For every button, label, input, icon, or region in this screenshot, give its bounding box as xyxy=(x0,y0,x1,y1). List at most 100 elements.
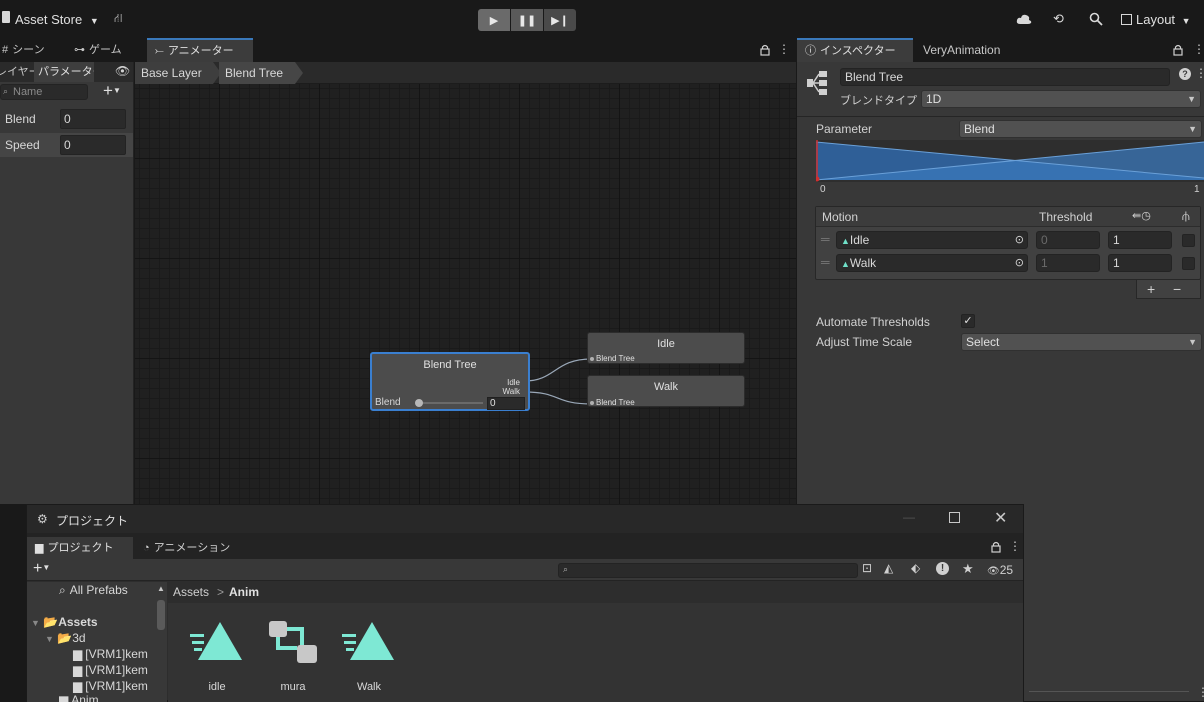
automate-thresholds-checkbox[interactable]: ✓ xyxy=(961,314,975,328)
step-button[interactable]: ▶❙ xyxy=(544,9,576,31)
tree-item-3d[interactable]: ▼ 📂3d xyxy=(45,631,86,645)
asset-idle[interactable]: idle xyxy=(182,612,252,702)
breadcrumb-base-layer[interactable]: Base Layer xyxy=(135,62,221,84)
drag-handle-icon[interactable]: ═ xyxy=(821,255,830,269)
tab-inspector[interactable]: ⓘ インスペクター xyxy=(797,38,913,62)
path-separator: > xyxy=(217,585,225,599)
tree-item-vrm1[interactable]: ▆ [VRM1]kem xyxy=(73,679,148,693)
scroll-up-arrow[interactable]: ▲ xyxy=(157,584,165,593)
object-picker-icon[interactable]: ⊙ xyxy=(1015,232,1024,248)
adjust-time-scale-dropdown[interactable]: Select ▼ xyxy=(961,333,1202,351)
kebab-menu-icon[interactable]: ⋮ xyxy=(1009,539,1021,553)
project-search-input[interactable]: ⌕ xyxy=(558,563,858,578)
maximize-button[interactable] xyxy=(949,512,960,523)
tab-animator[interactable]: ⤚ アニメーター xyxy=(147,38,253,62)
tree-item-assets[interactable]: ▼ 📂Assets xyxy=(31,615,98,629)
layout-button[interactable]: Layout ▼ xyxy=(1121,12,1191,27)
eye-icon[interactable]: 👁 xyxy=(115,64,130,78)
asset-label: mura xyxy=(280,681,306,693)
motion-field[interactable]: ▲Walk ⊙ xyxy=(836,254,1028,272)
tree-item-vrm1[interactable]: ▆ [VRM1]kem xyxy=(73,663,148,677)
object-picker-icon[interactable]: ⊙ xyxy=(1015,255,1024,271)
hidden-packages-button[interactable]: 👁25 xyxy=(987,563,1013,577)
blend-tree-node[interactable]: Blend Tree Idle Walk Blend 0 xyxy=(370,352,530,411)
motion-row[interactable]: ═ ▲Walk ⊙ 1 1 xyxy=(816,252,1200,275)
tree-item-vrm1[interactable]: ▆ [VRM1]kem xyxy=(73,647,148,661)
tree-label: Assets xyxy=(58,615,98,629)
path-anim[interactable]: Anim xyxy=(229,585,259,599)
param-search-field[interactable]: ⌕ Name xyxy=(0,84,88,100)
kebab-menu-icon[interactable]: ⋮ xyxy=(1197,685,1204,699)
mirror-checkbox[interactable] xyxy=(1182,234,1195,247)
blend-graph-preview[interactable] xyxy=(816,140,1204,182)
motion-field[interactable]: ▲Idle ⊙ xyxy=(836,231,1028,249)
kebab-menu-icon[interactable]: ⋮ xyxy=(1193,42,1204,56)
cloud-icon[interactable] xyxy=(1016,13,1032,25)
mirror-checkbox[interactable] xyxy=(1182,257,1195,270)
lock-icon[interactable] xyxy=(991,541,1001,553)
add-motion-button[interactable]: + xyxy=(1147,281,1155,297)
help-icon[interactable]: ? xyxy=(1179,68,1191,80)
search-icon: ⌕ xyxy=(563,564,569,574)
path-assets[interactable]: Assets xyxy=(173,585,209,599)
star-icon[interactable]: ★ xyxy=(962,561,974,577)
search-icon[interactable] xyxy=(1089,12,1103,26)
tab-layers[interactable]: レイヤー xyxy=(0,62,34,82)
tree-scrollbar[interactable] xyxy=(157,600,165,630)
asset-walk[interactable]: Walk xyxy=(334,612,404,702)
idle-motion-node[interactable]: Idle Blend Tree xyxy=(587,332,745,364)
lock-icon[interactable] xyxy=(1173,44,1183,56)
close-button[interactable]: ✕ xyxy=(994,508,1007,528)
pause-button[interactable]: ❚❚ xyxy=(511,9,543,31)
tab-project[interactable]: ▆ プロジェクト xyxy=(27,537,133,559)
asset-mura[interactable]: mura xyxy=(258,612,328,702)
parameter-label: Parameter xyxy=(816,122,873,136)
blend-type-dropdown[interactable]: 1D ▼ xyxy=(921,90,1201,108)
param-value-field[interactable]: 0 xyxy=(60,109,126,129)
node-slider-track[interactable] xyxy=(417,402,483,404)
motion-name: Walk xyxy=(849,256,877,270)
node-value-field[interactable]: 0 xyxy=(487,397,525,410)
drag-handle-icon[interactable]: ═ xyxy=(821,232,830,246)
remove-motion-button[interactable]: − xyxy=(1173,281,1181,297)
filter-type-icon[interactable]: ◭ xyxy=(884,561,893,575)
kebab-menu-icon[interactable]: ⋮ xyxy=(778,42,790,56)
param-value-field[interactable]: 0 xyxy=(60,135,126,155)
parameter-dropdown[interactable]: Blend ▼ xyxy=(959,120,1202,138)
tab-animation[interactable]: ◔ アニメーション xyxy=(143,537,230,559)
animator-graph[interactable]: Blend Tree Idle Walk Blend 0 Idle Blend … xyxy=(135,84,796,504)
add-parameter-button[interactable]: +▼ xyxy=(103,81,121,101)
mirror-icon: ⫛ xyxy=(1182,208,1190,223)
blend-tree-name-field[interactable]: Blend Tree xyxy=(840,68,1170,86)
timescale-field[interactable]: 1 xyxy=(1108,254,1172,272)
tree-all-prefabs[interactable]: ⌕ All Prefabs xyxy=(59,583,128,598)
timescale-field[interactable]: 1 xyxy=(1108,231,1172,249)
project-title-bar[interactable]: ⚙ プロジェクト — ✕ xyxy=(27,505,1023,533)
search-by-type-icon[interactable]: ⊡ xyxy=(862,561,872,575)
create-button[interactable]: +▼ xyxy=(33,560,50,578)
kebab-menu-icon[interactable]: ⋮ xyxy=(1195,66,1204,80)
tab-veryanimation[interactable]: VeryAnimation xyxy=(915,38,1008,62)
walk-motion-node[interactable]: Walk Blend Tree xyxy=(587,375,745,407)
tab-game[interactable]: ⊶ ゲーム xyxy=(66,38,130,62)
node-title: Walk xyxy=(653,381,679,393)
history-icon[interactable]: ⟲ xyxy=(1053,11,1064,27)
version-control-icon[interactable]: ⛙ xyxy=(114,11,122,27)
param-row-speed[interactable]: Speed 0 xyxy=(0,133,133,157)
param-row-blend[interactable]: Blend 0 xyxy=(0,107,133,131)
minimize-button[interactable]: — xyxy=(903,510,915,524)
warning-icon[interactable]: ! xyxy=(936,562,949,575)
node-slider-thumb[interactable] xyxy=(415,399,423,407)
play-button[interactable]: ▶ xyxy=(478,9,510,31)
threshold-field[interactable]: 1 xyxy=(1036,254,1100,272)
tab-scene[interactable]: # シーン xyxy=(0,38,53,62)
lock-icon[interactable] xyxy=(760,44,770,56)
asset-store-button[interactable]: Asset Store ▼ xyxy=(15,12,99,27)
tab-parameters[interactable]: パラメーター xyxy=(34,62,94,82)
breadcrumb-blend-tree[interactable]: Blend Tree xyxy=(219,62,303,84)
motion-row[interactable]: ═ ▲Idle ⊙ 0 1 xyxy=(816,229,1200,252)
threshold-field[interactable]: 0 xyxy=(1036,231,1100,249)
label-icon[interactable]: ⬖ xyxy=(911,561,920,575)
left-tab-bar: # シーン ⊶ ゲーム ⤚ アニメーター ⋮ xyxy=(0,38,796,62)
adjust-time-scale-label: Adjust Time Scale xyxy=(816,335,913,349)
